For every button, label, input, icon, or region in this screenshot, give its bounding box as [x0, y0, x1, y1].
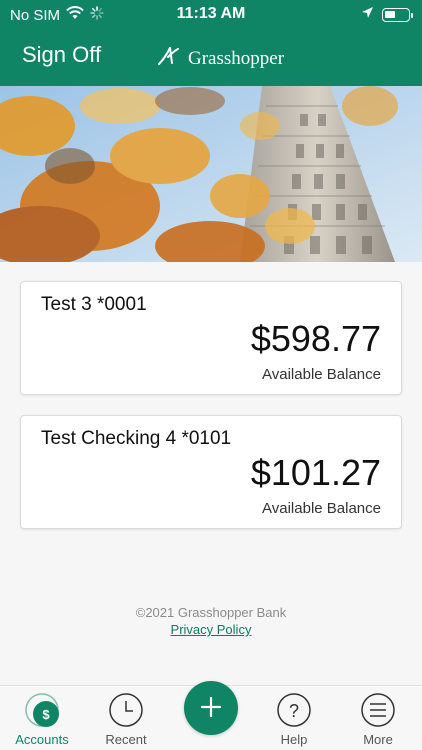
available-balance-label: Available Balance — [262, 366, 381, 383]
tab-label: Accounts — [15, 732, 69, 747]
privacy-policy-link[interactable]: Privacy Policy — [171, 622, 252, 637]
clock-icon — [108, 692, 144, 728]
svg-text:$: $ — [42, 707, 50, 722]
tab-recent[interactable]: Recent — [86, 686, 166, 750]
account-balance: $598.77 — [250, 318, 381, 359]
copyright-text: ©2021 Grasshopper Bank — [135, 605, 287, 620]
account-name: Test Checking 4 *0101 — [41, 428, 232, 449]
grasshopper-logo-icon — [158, 44, 184, 73]
battery-icon — [382, 7, 413, 22]
account-balance: $101.27 — [250, 452, 381, 493]
menu-circle-icon — [360, 692, 396, 728]
svg-text:?: ? — [289, 701, 299, 721]
plus-icon — [199, 696, 223, 722]
status-bar: No SIM 11:13 AM — [0, 0, 422, 30]
grasshopper-logo: Grasshopper — [158, 44, 284, 73]
sign-off-button[interactable]: Sign Off — [22, 42, 101, 68]
app-bar: Sign Off Grasshopper — [0, 30, 422, 86]
available-balance-label: Available Balance — [262, 500, 381, 517]
tab-label: Help — [280, 732, 308, 747]
tab-label: Recent — [105, 732, 147, 747]
tab-help[interactable]: ? Help — [254, 686, 334, 750]
tab-more[interactable]: More — [338, 686, 418, 750]
status-right — [361, 6, 413, 23]
logo-text: Grasshopper — [188, 47, 285, 69]
privacy-policy: Privacy Policy — [0, 622, 422, 637]
question-circle-icon: ? — [276, 692, 312, 728]
dollar-circle-icon: $ — [24, 692, 60, 728]
hero-image — [0, 86, 422, 262]
tab-accounts[interactable]: $ Accounts — [2, 686, 82, 750]
add-button[interactable] — [184, 681, 238, 735]
account-card[interactable]: Test Checking 4 *0101 $101.27 Available … — [20, 415, 402, 529]
app-header: No SIM 11:13 AM Sign Off Grasshopper — [0, 0, 422, 86]
account-name: Test 3 *0001 — [41, 294, 147, 315]
tab-label: More — [363, 732, 393, 747]
status-time: 11:13 AM — [176, 5, 246, 22]
account-card[interactable]: Test 3 *0001 $598.77 Available Balance — [20, 281, 402, 395]
location-arrow-icon — [361, 6, 374, 23]
